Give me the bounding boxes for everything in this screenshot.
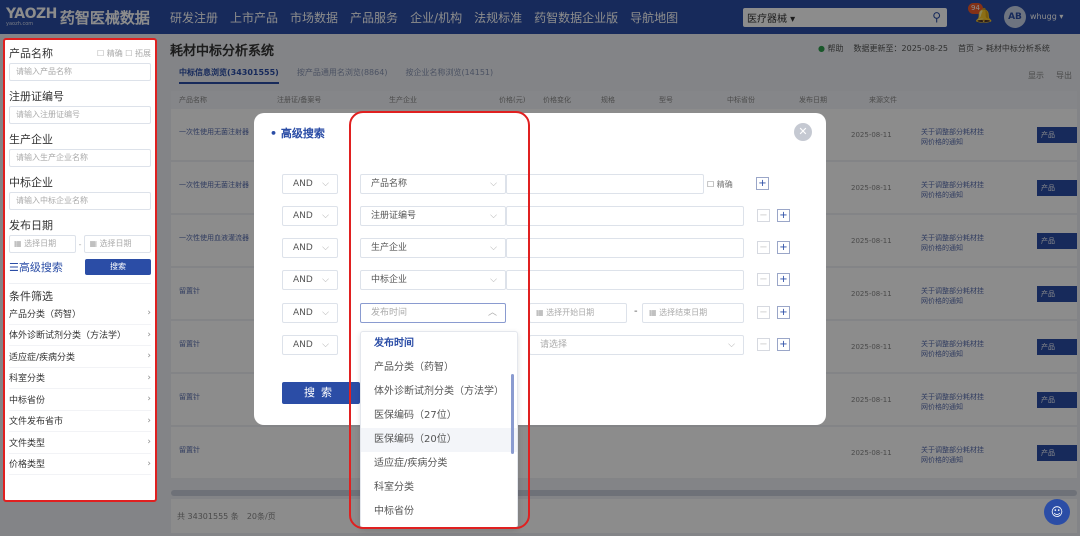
filter-item[interactable]: 文件发布省市 › [9, 411, 151, 432]
add-row-icon[interactable]: + [777, 338, 790, 351]
chevron-right-icon: › [147, 329, 151, 340]
value-input[interactable] [506, 270, 744, 290]
chevron-down-icon: ⌵ [322, 211, 329, 221]
calendar-icon: ▦ [14, 239, 22, 248]
chevron-down-icon: ⌵ [728, 340, 735, 350]
filter-item[interactable]: 体外诊断试剂分类（方法学） › [9, 325, 151, 346]
filter-item[interactable]: 产品分类（药智） › [9, 303, 151, 325]
add-row-icon[interactable]: + [756, 177, 769, 190]
date-start-input[interactable]: ▦ 选择日期 [9, 235, 76, 253]
product-name-input[interactable]: 请输入产品名称 [9, 63, 151, 81]
manufacturer-label: 生产企业 [9, 133, 53, 146]
filter-item[interactable]: 文件类型 › [9, 432, 151, 454]
remove-row-icon[interactable]: − [757, 241, 770, 254]
value-select[interactable]: 请选择 ⌵ [529, 335, 744, 355]
chevron-down-icon: ⌵ [490, 275, 497, 285]
field-select[interactable]: 产品名称 ⌵ [360, 174, 506, 194]
date-end-input[interactable]: ▦ 选择日期 [84, 235, 152, 253]
reg-no-label: 注册证编号 [9, 90, 64, 103]
chevron-right-icon: › [147, 308, 151, 319]
remove-row-icon[interactable]: − [757, 209, 770, 222]
filter-section-title: 条件筛选 [9, 283, 151, 303]
calendar-icon: ▦ [89, 239, 98, 248]
date-end-input[interactable]: ▦ 选择结束日期 [642, 303, 744, 323]
chevron-right-icon: › [147, 458, 151, 469]
add-row-icon[interactable]: + [777, 209, 790, 222]
chevron-right-icon: › [147, 394, 151, 405]
remove-row-icon[interactable]: − [757, 306, 770, 319]
logic-select[interactable]: AND ⌵ [282, 303, 338, 323]
close-icon[interactable]: ✕ [794, 123, 812, 141]
chevron-down-icon: ⌵ [322, 340, 329, 350]
modal-search-button[interactable]: 搜索 [282, 382, 360, 404]
broad-checkbox[interactable]: ☐ 拓展 [125, 49, 151, 58]
bid-company-label: 中标企业 [9, 176, 53, 189]
add-row-icon[interactable]: + [777, 306, 790, 319]
calendar-icon: ▦ [536, 308, 544, 317]
dropdown-scrollbar[interactable] [511, 374, 514, 454]
filter-item[interactable]: 价格类型 › [9, 454, 151, 475]
exact-checkbox[interactable]: ☐ 精确 [97, 49, 123, 58]
chat-icon[interactable]: ☺ [1044, 499, 1070, 525]
add-row-icon[interactable]: + [777, 273, 790, 286]
sidebar-search-button[interactable]: 搜索 [85, 259, 151, 275]
chevron-down-icon: ⌵ [322, 179, 329, 189]
chevron-down-icon: ⌵ [490, 243, 497, 253]
logic-select[interactable]: AND ⌵ [282, 270, 338, 290]
dropdown-option[interactable]: 中标省份 [361, 500, 517, 524]
remove-row-icon[interactable]: − [757, 273, 770, 286]
chevron-right-icon: › [147, 351, 151, 362]
dropdown-option[interactable]: 医保编码（20位） [361, 428, 517, 452]
remove-row-icon[interactable]: − [757, 338, 770, 351]
chevron-right-icon: › [147, 372, 151, 383]
dropdown-option[interactable]: 发布时间 [361, 332, 517, 356]
calendar-icon: ▦ [649, 308, 657, 317]
logic-select[interactable]: AND ⌵ [282, 238, 338, 258]
manufacturer-input[interactable]: 请输入生产企业名称 [9, 149, 151, 167]
chevron-up-icon: ︿ [487, 308, 497, 318]
chevron-right-icon: › [147, 437, 151, 448]
bid-company-input[interactable]: 请输入中标企业名称 [9, 192, 151, 210]
logic-select[interactable]: AND ⌵ [282, 335, 338, 355]
filter-list-icon: ☰ [9, 261, 19, 274]
publish-date-label: 发布日期 [9, 219, 53, 232]
dropdown-option[interactable]: 适应症/疾病分类 [361, 452, 517, 476]
field-select-open[interactable]: 发布时间 ︿ [360, 303, 506, 323]
chevron-down-icon: ⌵ [490, 211, 497, 221]
chevron-down-icon: ⌵ [322, 243, 329, 253]
value-input[interactable] [506, 174, 704, 194]
filter-item[interactable]: 科室分类 › [9, 368, 151, 389]
chevron-down-icon: ⌵ [490, 179, 497, 189]
exact-checkbox[interactable]: ☐ 精确 [707, 179, 733, 190]
left-filter-panel: 产品名称 ☐ 精确 ☐ 拓展 请输入产品名称 注册证编号 请输入注册证编号 生产… [3, 38, 157, 502]
field-select[interactable]: 生产企业 ⌵ [360, 238, 506, 258]
modal-title: • 高级搜索 [270, 127, 325, 140]
dropdown-option[interactable]: 体外诊断试剂分类（方法学） [361, 380, 517, 404]
value-input[interactable] [506, 238, 744, 258]
filter-item[interactable]: 适应症/疾病分类 › [9, 346, 151, 368]
value-input[interactable] [506, 206, 744, 226]
filter-item[interactable]: 中标省份 › [9, 389, 151, 411]
field-select[interactable]: 中标企业 ⌵ [360, 270, 506, 290]
dropdown-option[interactable]: 科室分类 [361, 476, 517, 500]
advanced-search-modal: • 高级搜索 ✕ AND ⌵ 产品名称 ⌵ ☐ 精确 + AND ⌵ 注册证编号 ⌵ −… [254, 113, 826, 425]
dropdown-option[interactable]: 产品分类（药智） [361, 356, 517, 380]
chevron-down-icon: ⌵ [322, 308, 329, 318]
dropdown-option[interactable]: 医保编码（27位） [361, 404, 517, 428]
chevron-down-icon: ⌵ [322, 275, 329, 285]
advanced-search-link[interactable]: ☰高级搜索 [9, 259, 63, 275]
add-row-icon[interactable]: + [777, 241, 790, 254]
field-select[interactable]: 注册证编号 ⌵ [360, 206, 506, 226]
logic-select[interactable]: AND ⌵ [282, 206, 338, 226]
product-name-label: 产品名称 [9, 47, 53, 60]
date-start-input[interactable]: ▦ 选择开始日期 [529, 303, 627, 323]
field-dropdown-menu: 发布时间 产品分类（药智） 体外诊断试剂分类（方法学） 医保编码（27位） 医保… [360, 331, 518, 528]
reg-no-input[interactable]: 请输入注册证编号 [9, 106, 151, 124]
chevron-right-icon: › [147, 415, 151, 426]
logic-select[interactable]: AND ⌵ [282, 174, 338, 194]
